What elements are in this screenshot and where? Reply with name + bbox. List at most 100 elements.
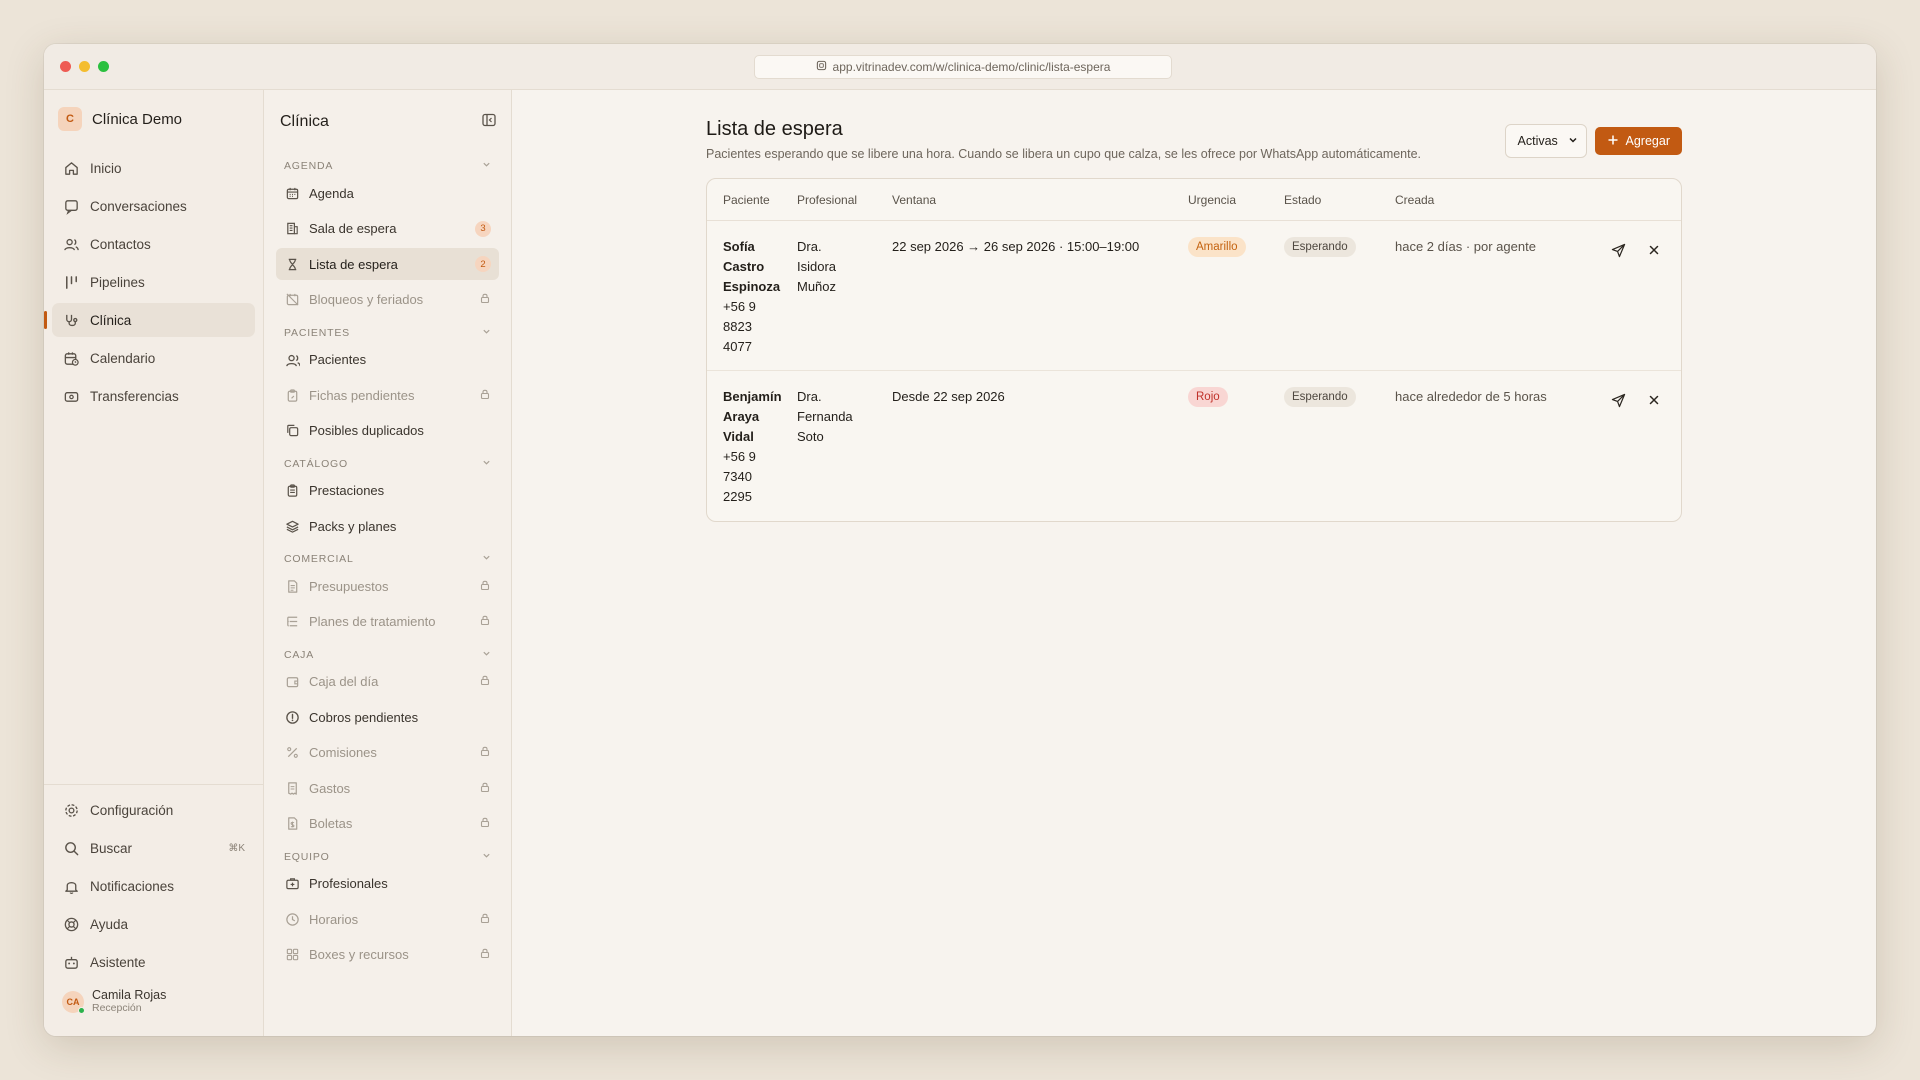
status-badge: Esperando	[1284, 237, 1356, 257]
chat-icon	[62, 197, 80, 215]
close-icon[interactable]	[1645, 241, 1663, 259]
clinic-nav-agenda[interactable]: Agenda	[276, 177, 499, 209]
bell-icon	[62, 877, 80, 895]
patient-cell: Sofía Castro Espinoza +56 9 8823 4077	[707, 237, 797, 370]
maximize-window-button[interactable]	[98, 61, 109, 72]
clinic-nav-lista-de-espera[interactable]: Lista de espera 2	[276, 248, 499, 280]
section-header[interactable]: PACIENTES	[276, 322, 499, 344]
column-header-paciente[interactable]: Paciente	[707, 193, 797, 207]
column-header-ventana[interactable]: Ventana	[892, 193, 1188, 207]
column-header-estado[interactable]: Estado	[1284, 193, 1395, 207]
status-filter-select[interactable]: Activas	[1504, 124, 1587, 158]
status-badge: Esperando	[1284, 387, 1356, 407]
clipboard-list-icon	[284, 483, 300, 499]
count-badge: 2	[475, 256, 491, 272]
urgency-badge: Rojo	[1188, 387, 1228, 407]
clinic-nav-horarios[interactable]: Horarios	[276, 903, 499, 935]
table-header: Paciente Profesional Ventana Urgencia Es…	[707, 179, 1681, 221]
clinic-nav-fichas-pendientes[interactable]: Fichas pendientes	[276, 379, 499, 411]
table-row[interactable]: Benjamín Araya Vidal +56 9 7340 2295 Dra. Ferna…	[707, 371, 1681, 521]
nav-item-contactos[interactable]: Contactos	[52, 227, 255, 261]
section-comercial: COMERCIAL Presupuestos Planes de tratamien…	[264, 548, 511, 638]
briefcase-medical-icon	[284, 876, 300, 892]
user-name: Camila Rojas	[92, 988, 167, 1002]
minimize-window-button[interactable]	[79, 61, 90, 72]
clinic-nav-posibles-duplicados[interactable]: Posibles duplicados	[276, 415, 499, 447]
nav-item-label: Clínica	[90, 312, 132, 328]
nav-item-label: Configuración	[90, 802, 174, 818]
gear-icon	[62, 801, 80, 819]
app-window: app.vitrinadev.com/w/clinica-demo/clinic…	[44, 44, 1876, 1036]
close-icon[interactable]	[1645, 391, 1663, 409]
main-content: Lista de espera Pacientes esperando que …	[512, 90, 1876, 1036]
clinic-nav-bloqueos-y-feriados[interactable]: Bloqueos y feriados	[276, 284, 499, 316]
nav-item-configuracion[interactable]: Configuración	[52, 793, 255, 827]
patient-name: Espinoza	[723, 279, 781, 294]
percent-icon	[284, 745, 300, 761]
clinic-nav-pacientes[interactable]: Pacientes	[276, 344, 499, 376]
clinic-nav-packs-y-planes[interactable]: Packs y planes	[276, 510, 499, 542]
created-cell: hace alrededor de 5 horas	[1395, 389, 1547, 404]
calendar-clock-icon	[62, 349, 80, 367]
window-cell: 22 sep 2026 → 26 sep 2026 · 15:00–19:00	[892, 239, 1140, 254]
patient-name: Castro	[723, 259, 765, 274]
clinic-nav-label: Comisiones	[309, 745, 377, 760]
nav-item-pipelines[interactable]: Pipelines	[52, 265, 255, 299]
clinic-nav-cobros-pendientes[interactable]: Cobros pendientes	[276, 701, 499, 733]
nav-item-buscar[interactable]: Buscar ⌘K	[52, 831, 255, 865]
column-header-creada[interactable]: Creada	[1395, 193, 1595, 207]
nav-item-conversaciones[interactable]: Conversaciones	[52, 189, 255, 223]
online-status-dot	[78, 1006, 85, 1014]
professional-cell: Dra. Fernanda Soto	[797, 387, 892, 521]
clinic-nav-sala-de-espera[interactable]: Sala de espera 3	[276, 213, 499, 245]
user-menu[interactable]: CA Camila Rojas Recepción	[52, 983, 255, 1020]
chevron-down-icon	[482, 649, 491, 661]
clinic-nav-comisiones[interactable]: Comisiones	[276, 737, 499, 769]
window-controls	[60, 61, 109, 72]
nav-item-ayuda[interactable]: Ayuda	[52, 907, 255, 941]
nav-item-asistente[interactable]: Asistente	[52, 945, 255, 979]
lock-icon	[479, 614, 491, 629]
clinic-nav-caja-del-dia[interactable]: Caja del día	[276, 666, 499, 698]
clinic-nav-planes-de-tratamiento[interactable]: Planes de tratamiento	[276, 606, 499, 638]
workspace-switcher[interactable]: C Clínica Demo	[44, 90, 263, 147]
section-header[interactable]: COMERCIAL	[276, 548, 499, 570]
copy-icon	[284, 423, 300, 439]
lock-icon	[479, 912, 491, 927]
lock-icon	[479, 745, 491, 760]
section-agenda: AGENDA Agenda Sala de espera 3 Lista de espe…	[264, 155, 511, 316]
patient-name: Araya	[723, 409, 760, 424]
urgency-cell: Amarillo	[1188, 237, 1284, 370]
clinic-nav-prestaciones[interactable]: Prestaciones	[276, 475, 499, 507]
section-header[interactable]: CAJA	[276, 644, 499, 666]
professional-name: Soto	[797, 429, 824, 444]
section-header[interactable]: CATÁLOGO	[276, 453, 499, 475]
column-header-profesional[interactable]: Profesional	[797, 193, 892, 207]
calendar-icon	[284, 185, 300, 201]
column-header-urgencia[interactable]: Urgencia	[1188, 193, 1284, 207]
send-offer-icon[interactable]	[1609, 241, 1627, 259]
close-window-button[interactable]	[60, 61, 71, 72]
clinic-nav-presupuestos[interactable]: Presupuestos	[276, 570, 499, 602]
clinic-nav-profesionales[interactable]: Profesionales	[276, 868, 499, 900]
nav-item-notificaciones[interactable]: Notificaciones	[52, 869, 255, 903]
clinic-nav-boxes-y-recursos[interactable]: Boxes y recursos	[276, 939, 499, 971]
nav-item-transferencias[interactable]: Transferencias	[52, 379, 255, 413]
nav-item-label: Calendario	[90, 350, 156, 366]
section-title: CATÁLOGO	[284, 457, 348, 470]
collapse-sidebar-icon[interactable]	[481, 112, 497, 131]
address-bar[interactable]: app.vitrinadev.com/w/clinica-demo/clinic…	[754, 55, 1172, 79]
add-waitlist-button[interactable]: Agregar	[1594, 127, 1682, 155]
home-icon	[62, 159, 80, 177]
section-title: CAJA	[284, 648, 315, 661]
table-row[interactable]: Sofía Castro Espinoza +56 9 8823 4077 Dra. Isid…	[707, 221, 1681, 371]
send-offer-icon[interactable]	[1609, 391, 1627, 409]
nav-item-calendario[interactable]: Calendario	[52, 341, 255, 375]
clinic-nav-boletas[interactable]: Boletas	[276, 808, 499, 840]
section-header[interactable]: EQUIPO	[276, 846, 499, 868]
clinic-nav-gastos[interactable]: Gastos	[276, 772, 499, 804]
nav-item-inicio[interactable]: Inicio	[52, 151, 255, 185]
clinic-nav-label: Cobros pendientes	[309, 709, 419, 725]
nav-item-clinica[interactable]: Clínica	[44, 303, 255, 337]
section-header[interactable]: AGENDA	[276, 155, 499, 177]
